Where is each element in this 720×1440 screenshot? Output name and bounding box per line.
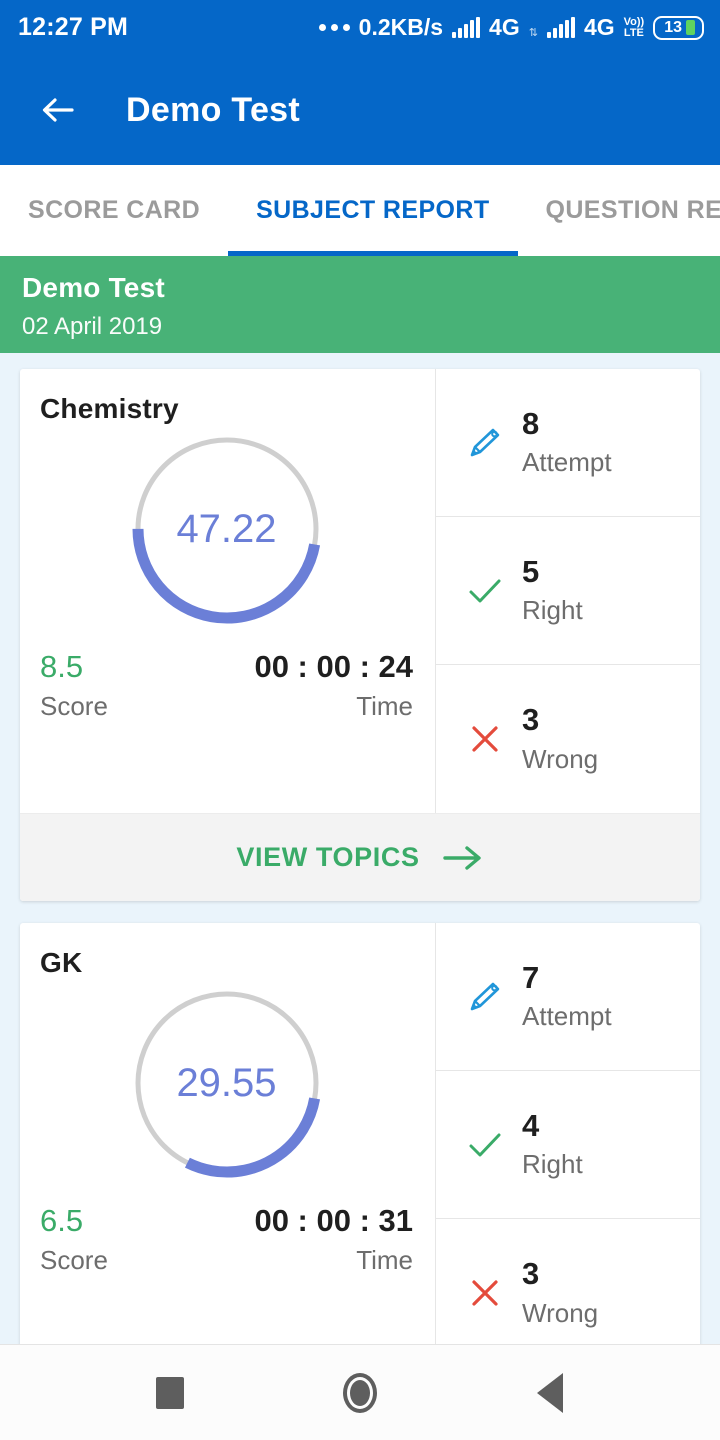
wrong-value: 3 [522,702,540,738]
volte-icon: Vo)) LTE [623,15,645,39]
card-summary: Chemistry 47.22 8.5 Score 00: 00: 24 T… [20,369,435,813]
data-transfer-icon: ⇅ [528,27,538,39]
tab-subject-report[interactable]: SUBJECT REPORT [228,165,518,256]
stat-text: 5 Right [522,553,583,626]
right-value: 5 [522,553,540,589]
attempt-label: Attempt [522,1001,612,1032]
score-metric: 8.5 Score [40,649,108,722]
network-speed-label: 0.2KB/s [358,14,444,40]
volte-top: Vo)) [623,15,645,28]
status-bar: 12:27 PM 0.2KB/s 4G ⇅ 4G Vo)) LTE 13 [0,0,720,55]
progress-ring-wrap: 47.22 [40,431,413,627]
score-value: 8.5 [40,649,84,684]
attempt-label: Attempt [522,447,612,478]
stat-text: 3 Wrong [522,703,598,774]
stat-right: 4 Right [436,1071,700,1219]
view-topics-button[interactable]: VIEW TOPICS [20,813,700,901]
wrong-label: Wrong [522,743,599,774]
status-time: 12:27 PM [18,13,128,41]
cross-icon [462,1273,508,1313]
card-body: GK 29.55 6.5 Score 00: 00: 31 Time 7 A… [20,923,700,1367]
time-metric: 00 : 00 : 31 Time [254,1203,413,1276]
card-summary: GK 29.55 6.5 Score 00: 00: 31 Time [20,923,435,1367]
battery-fill-icon [686,20,695,35]
stat-text: 7 Attempt [522,959,612,1032]
time-metric: 00 : 00 : 24 Time [254,649,413,722]
score-value: 6.5 [40,1203,84,1238]
progress-ring: 47.22 [129,431,325,627]
progress-ring-value: 29.55 [176,1060,277,1105]
battery-indicator: 13 [653,15,704,40]
progress-ring-value: 47.22 [176,506,277,551]
check-icon [462,571,508,611]
time-label: Time [356,1244,413,1275]
attempt-value: 7 [522,959,540,995]
stat-wrong: 3 Wrong [436,665,700,813]
pencil-icon [462,423,508,463]
page-title: Demo Test [126,90,300,129]
banner-test-name: Demo Test [22,272,165,303]
network-type-2: 4G [583,14,615,40]
battery-level: 13 [664,18,682,36]
volte-bottom: LTE [623,26,644,39]
system-nav-bar [0,1344,720,1440]
subject-card-chemistry: Chemistry 47.22 8.5 Score 00: 00: 24 T… [20,369,700,901]
subject-title: Chemistry [40,393,179,424]
circle-icon[interactable] [325,1358,395,1428]
card-stats: 8 Attempt 5 Right 3 Wrong [435,369,700,813]
score-metric: 6.5 Score [40,1203,108,1276]
subject-title: GK [40,947,83,978]
network-type-1: 4G [489,14,520,40]
right-value: 4 [522,1107,540,1143]
stat-attempt: 8 Attempt [436,369,700,517]
stat-attempt: 7 Attempt [436,923,700,1071]
triangle-back-icon[interactable] [515,1358,585,1428]
card-stats: 7 Attempt 4 Right 3 Wrong [435,923,700,1367]
app-bar: Demo Test [0,55,720,165]
subject-card-gk: GK 29.55 6.5 Score 00: 00: 31 Time 7 A… [20,923,700,1367]
score-time-row: 8.5 Score 00 : 00 : 24 Time [40,649,413,722]
stat-text: 3 Wrong [522,1257,598,1328]
square-icon[interactable] [135,1358,205,1428]
card-body: Chemistry 47.22 8.5 Score 00: 00: 24 T… [20,369,700,813]
check-icon [462,1125,508,1165]
attempt-value: 8 [522,405,540,441]
subject-report-list: Chemistry 47.22 8.5 Score 00: 00: 24 T… [0,353,720,1367]
test-banner: Demo Test 02 April 2019 [0,256,720,353]
stat-right: 5 Right [436,517,700,665]
stat-text: 8 Attempt [522,405,612,478]
stat-text: 4 Right [522,1107,583,1180]
tab-question-report[interactable]: QUESTION REPORT [518,165,720,256]
banner-test-date: 02 April 2019 [22,313,163,340]
wrong-label: Wrong [522,1297,599,1328]
cross-icon [462,719,508,759]
app-screen: 12:27 PM 0.2KB/s 4G ⇅ 4G Vo)) LTE 13 Dem… [0,0,720,1440]
wrong-value: 3 [522,1256,540,1292]
right-label: Right [522,1149,583,1180]
time-value: 00 : 00 : 24 [254,649,413,684]
pencil-icon [462,977,508,1017]
view-topics-label: VIEW TOPICS [236,842,420,872]
progress-ring-wrap: 29.55 [40,985,413,1181]
right-label: Right [522,595,583,626]
status-indicators: 0.2KB/s 4G ⇅ 4G Vo)) LTE 13 [318,14,704,41]
tab-score-card[interactable]: SCORE CARD [0,165,228,256]
progress-ring: 29.55 [129,985,325,1181]
time-label: Time [356,690,413,721]
signal-bars-2-icon [546,16,575,38]
score-time-row: 6.5 Score 00 : 00 : 31 Time [40,1203,413,1276]
score-label: Score [40,1244,108,1275]
score-label: Score [40,690,108,721]
back-arrow-icon[interactable] [38,90,78,130]
signal-bars-1-icon [452,16,481,38]
time-value: 00 : 00 : 31 [254,1203,413,1238]
arrow-right-icon [442,845,481,870]
more-dots-icon [318,24,350,31]
tab-bar[interactable]: SCORE CARD SUBJECT REPORT QUESTION REPOR… [0,165,720,256]
